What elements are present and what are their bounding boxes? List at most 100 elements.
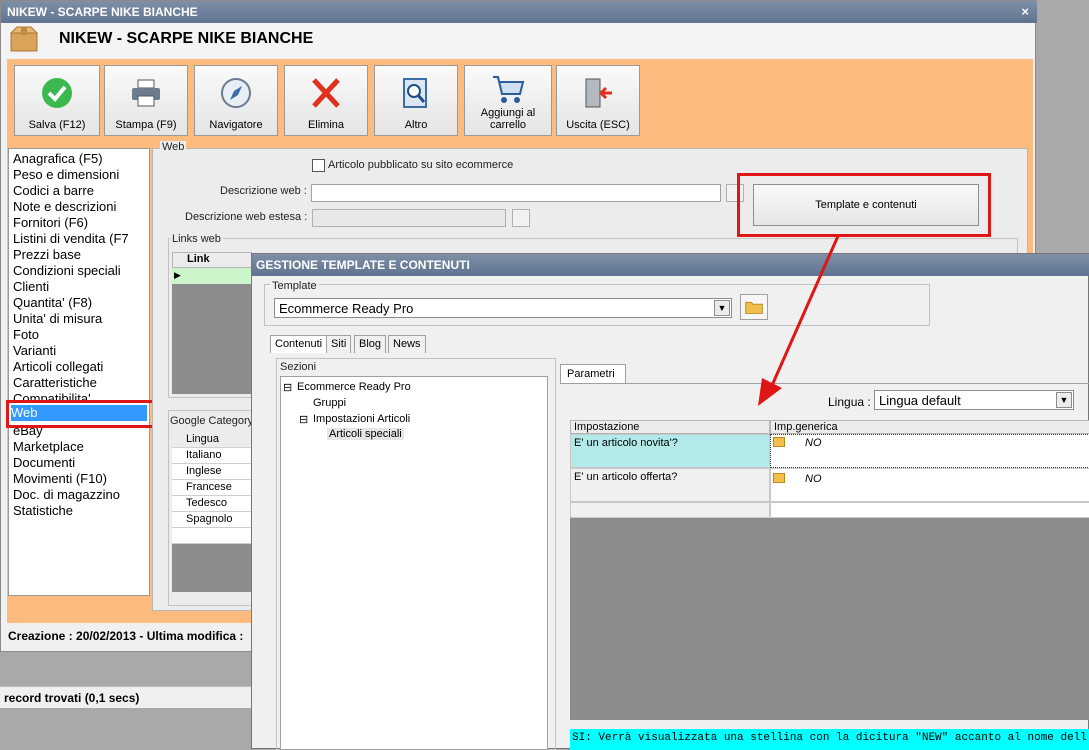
row-pointer-icon: ▶ [174, 270, 181, 280]
printer-icon [132, 79, 160, 107]
print-label: Stampa (F9) [115, 119, 177, 131]
chevron-down-icon[interactable]: ▼ [1056, 392, 1072, 408]
descr-web-label: Descrizione web : [220, 185, 307, 197]
nav-item[interactable]: Varianti [13, 343, 149, 359]
setting-cell[interactable]: E' un articolo novita'? [570, 434, 770, 468]
other-button[interactable]: Altro [374, 65, 458, 136]
empty-row [570, 502, 770, 518]
nav-item[interactable]: Doc. di magazzino [13, 487, 149, 503]
ecommerce-checkbox[interactable] [312, 159, 325, 172]
nav-item[interactable]: Quantita' (F8) [13, 295, 149, 311]
toolbar: Salva (F12) Stampa (F9) Navigatore Elimi… [7, 59, 1033, 139]
descr-web-input[interactable] [311, 184, 721, 202]
nav-item[interactable]: Codici a barre [13, 183, 149, 199]
nav-item[interactable]: Condizioni speciali [13, 263, 149, 279]
links-new-row[interactable] [172, 268, 252, 284]
print-button[interactable]: Stampa (F9) [104, 65, 188, 136]
exit-door-icon [585, 78, 612, 108]
other-label: Altro [404, 119, 428, 131]
template-select[interactable]: Ecommerce Ready Pro ▼ [274, 298, 732, 318]
nav-item[interactable]: Unita' di misura [13, 311, 149, 327]
language-row[interactable]: Tedesco [172, 496, 252, 512]
language-row[interactable]: Italiano [172, 448, 252, 464]
nav-item[interactable]: Caratteristiche [13, 375, 149, 391]
edit-grid-icon[interactable] [512, 209, 530, 227]
tree-collapse-icon[interactable]: ⊟ [299, 413, 308, 426]
navigator-button[interactable]: Navigatore [194, 65, 278, 136]
highlight-web-box [6, 400, 164, 428]
links-grid: Link ▶ [172, 252, 252, 394]
compass-icon [221, 78, 251, 108]
close-icon[interactable]: × [1021, 4, 1029, 19]
language-header: Lingua [172, 432, 252, 448]
language-row[interactable]: Francese [172, 480, 252, 496]
folder-icon[interactable] [773, 437, 785, 447]
item-title: NIKEW - SCARPE NIKE BIANCHE [59, 30, 314, 47]
window-title: NIKEW - SCARPE NIKE BIANCHE [7, 5, 198, 19]
google-category-label: Google Category [170, 415, 254, 427]
parameters-grid: Impostazione Imp.generica E' un articolo… [570, 420, 1089, 720]
language-grid: Lingua Italiano Inglese Francese Tedesco… [172, 432, 252, 592]
sezioni-label: Sezioni [280, 361, 317, 373]
descr-web-ext-label: Descrizione web estesa : [185, 211, 308, 223]
search-document-icon [403, 78, 427, 108]
add-to-cart-button[interactable]: Aggiungi al carrello [464, 65, 552, 136]
empty-row [770, 502, 1089, 518]
chevron-down-icon[interactable]: ▼ [714, 300, 730, 316]
records-status: record trovati (0,1 secs) [0, 686, 252, 708]
nav-item[interactable]: Documenti [13, 455, 149, 471]
tree-node-gruppi[interactable]: Gruppi [313, 397, 346, 409]
language-row[interactable]: Spagnolo [172, 512, 252, 528]
save-label: Salva (F12) [28, 119, 86, 131]
tree-node-root[interactable]: Ecommerce Ready Pro [297, 381, 411, 393]
exit-label: Uscita (ESC) [566, 119, 630, 131]
check-icon [42, 78, 72, 108]
language-row[interactable]: Inglese [172, 464, 252, 480]
window-title-bar: NIKEW - SCARPE NIKE BIANCHE × [1, 1, 1037, 23]
links-web-label: Links web [170, 233, 223, 245]
add-to-cart-label: Aggiungi al carrello [480, 107, 536, 131]
descr-web-ext-input[interactable] [312, 209, 506, 227]
nav-item[interactable]: Peso e dimensioni [13, 167, 149, 183]
setting-value: NO [805, 473, 822, 485]
tree-collapse-icon[interactable]: ⊟ [283, 381, 292, 394]
nav-item[interactable]: Foto [13, 327, 149, 343]
tab-news[interactable]: News [388, 335, 426, 353]
highlight-template-box [737, 173, 991, 237]
tab-contenuti[interactable]: Contenuti [270, 335, 328, 353]
save-button[interactable]: Salva (F12) [14, 65, 100, 136]
nav-item[interactable]: Articoli collegati [13, 359, 149, 375]
language-empty-row[interactable] [172, 528, 252, 544]
nav-item[interactable]: Statistiche [13, 503, 149, 519]
nav-item[interactable]: Note e descrizioni [13, 199, 149, 215]
nav-item[interactable]: Fornitori (F6) [13, 215, 149, 231]
setting-value-cell[interactable]: NO [770, 468, 1089, 502]
tab-parametri[interactable]: Parametri [560, 364, 626, 384]
item-header: NIKEW - SCARPE NIKE BIANCHE [1, 23, 1035, 59]
nav-item[interactable]: Movimenti (F10) [13, 471, 149, 487]
tab-blog[interactable]: Blog [354, 335, 387, 353]
nav-item[interactable]: Clienti [13, 279, 149, 295]
tree-node-articoli-speciali[interactable]: Articoli speciali [327, 428, 404, 440]
folder-icon[interactable] [773, 473, 785, 483]
delete-label: Elimina [307, 119, 345, 131]
lingua-select[interactable]: Lingua default ▼ [874, 390, 1074, 410]
grid-header-impostazione: Impostazione [570, 420, 770, 434]
section-nav-list: Anagrafica (F5) Peso e dimensioni Codici… [8, 148, 150, 596]
nav-item[interactable]: Marketplace [13, 439, 149, 455]
exit-button[interactable]: Uscita (ESC) [556, 65, 640, 136]
creation-status: Creazione : 20/02/2013 - Ultima modifica… [2, 625, 252, 647]
nav-item[interactable]: Listini di vendita (F7 [13, 231, 149, 247]
delete-button[interactable]: Elimina [284, 65, 368, 136]
nav-item[interactable]: Prezzi base [13, 247, 149, 263]
setting-cell[interactable]: E' un articolo offerta? [570, 468, 770, 502]
template-value: Ecommerce Ready Pro [279, 301, 414, 316]
tree-node-impostazioni[interactable]: Impostazioni Articoli [313, 413, 410, 425]
setting-value-cell[interactable]: NO [770, 434, 1089, 468]
setting-value: NO [805, 437, 822, 449]
sections-tree: ⊟ Ecommerce Ready Pro Gruppi ⊟ Impostazi… [280, 376, 548, 750]
info-description: SI: Verrà visualizzata una stellina con … [570, 729, 1089, 750]
nav-item[interactable]: Anagrafica (F5) [13, 151, 149, 167]
red-arrow-annotation [758, 235, 840, 406]
tab-siti[interactable]: Siti [326, 335, 352, 353]
